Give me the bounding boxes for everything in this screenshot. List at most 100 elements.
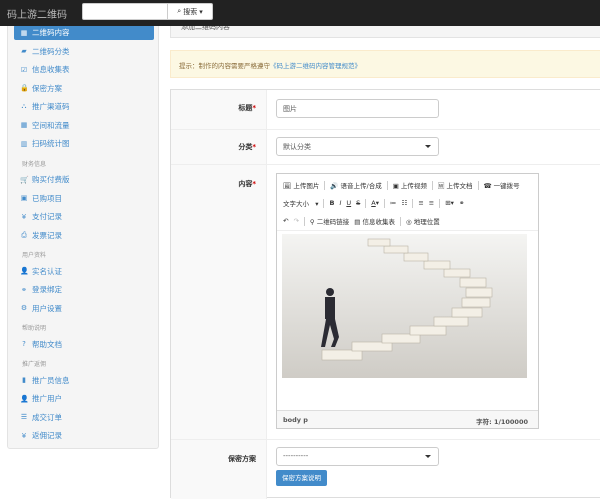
upload-doc-button[interactable]: 🅆 上传文档 <box>438 180 473 190</box>
list-icon: ☰ <box>20 413 28 421</box>
content-form: 标题* 图片 分类* 默认分类 内容* 🖼 上传图片 🔊 语音上传/合成 ▣ 上… <box>170 89 600 499</box>
location-button[interactable]: ◎ 地理位置 <box>406 216 440 226</box>
rich-text-editor[interactable]: 🖼 上传图片 🔊 语音上传/合成 ▣ 上传视频 🅆 上传文档 ☎ 一键拨号 文字… <box>276 173 539 429</box>
question-circle-icon: ? <box>22 340 26 348</box>
undo-icon[interactable]: ↶ <box>283 217 288 225</box>
strike-button[interactable]: S <box>356 199 360 207</box>
char-count: 字符: 1/100000 <box>476 418 528 426</box>
sidebar-item-label: 二维码分类 <box>32 46 70 56</box>
sidebar-item-label: 购买付费版 <box>32 175 70 184</box>
sidebar-item[interactable]: ☑ 信息收集表 <box>14 62 154 77</box>
upload-video-button[interactable]: ▣ 上传视频 <box>393 180 427 190</box>
sidebar-item[interactable]: ⚙ 用户设置 <box>14 301 154 316</box>
font-size-select[interactable]: 文字大小 ▾ <box>283 198 318 208</box>
title-label: 标题* <box>171 90 267 129</box>
editor-toolbar: 🖼 上传图片 🔊 语音上传/合成 ▣ 上传视频 🅆 上传文档 ☎ 一键拨号 文字… <box>277 174 538 231</box>
sidebar-item[interactable]: ▦ 二维码内容 <box>14 25 154 40</box>
content-label: 内容* <box>171 165 267 439</box>
sidebar-item[interactable]: ⛬ 推广渠道码 <box>14 99 154 114</box>
user-icon: 👤 <box>20 394 29 403</box>
secret-help-button[interactable]: 保密方案说明 <box>276 470 327 486</box>
calendar-check-icon: ▣ <box>20 194 28 202</box>
user-icon: 👤 <box>20 267 29 275</box>
upload-image-button[interactable]: 🖼 上传图片 <box>283 180 319 190</box>
element-path: body p <box>283 416 308 424</box>
ordered-list-icon[interactable]: ≔ <box>390 199 397 207</box>
sidebar-item-label: 成交订单 <box>32 412 62 422</box>
qrcode-link-button[interactable]: ⚲ 二维码链接 <box>310 216 349 226</box>
notice-alert: 提示：制作的内容需要严格遵守《码上游二维码内容管理规范》 <box>170 50 600 78</box>
bar-chart-icon: ▥ <box>20 139 28 148</box>
link-icon: ⚭ <box>21 285 27 294</box>
folder-open-icon: ▰ <box>21 47 27 55</box>
font-color-button[interactable]: A▾ <box>371 199 379 207</box>
gear-icon: ⚙ <box>20 304 28 312</box>
sidebar-item-label: 推广员信息 <box>32 375 70 385</box>
sidebar-item[interactable]: 👤 推广用户 <box>14 391 154 406</box>
redo-icon[interactable]: ↷ <box>293 217 298 225</box>
staircase-image[interactable] <box>282 234 527 378</box>
sidebar-item-label: 登录绑定 <box>32 285 62 294</box>
file-icon: ▮ <box>22 376 26 384</box>
underline-button[interactable]: U <box>346 199 351 207</box>
category-select[interactable]: 默认分类 <box>276 137 439 156</box>
secret-select[interactable]: ---------- <box>276 447 439 466</box>
sidebar-item-label: 推广用户 <box>32 394 62 403</box>
check-square-icon: ☑ <box>20 65 28 74</box>
yen-icon: ¥ <box>21 431 27 440</box>
sidebar-item[interactable]: 👤 实名认证 <box>14 264 154 279</box>
sidebar-item[interactable]: ☰ 成交订单 <box>14 410 154 425</box>
info-form-button[interactable]: ▤ 信息收集表 <box>354 216 395 226</box>
align-left-icon[interactable]: ≡ <box>418 199 423 207</box>
brand-logo[interactable]: 码上游二维码 <box>7 6 67 21</box>
sidebar-item-label: 帮助文档 <box>32 339 62 349</box>
title-input[interactable]: 图片 <box>276 99 439 118</box>
sidebar-item-label: 发票记录 <box>32 230 62 240</box>
th-large-icon: ▦ <box>20 121 28 129</box>
search-input[interactable] <box>82 3 168 20</box>
sidebar-item[interactable]: ▦ 空间和流量 <box>14 118 154 133</box>
sidebar-item-label: 支付记录 <box>32 212 62 221</box>
link-icon[interactable]: ⚭ <box>459 199 464 207</box>
unordered-list-icon[interactable]: ☷ <box>401 199 407 207</box>
table-icon[interactable]: ⊞▾ <box>445 199 454 207</box>
cart-icon: 🛒 <box>20 175 29 184</box>
upload-audio-button[interactable]: 🔊 语音上传/合成 <box>330 180 381 190</box>
sidebar-section-title: 财务信息 <box>22 160 47 168</box>
sidebar-section-title: 帮助说明 <box>22 325 47 332</box>
sidebar-item[interactable]: ▮ 推广员信息 <box>14 373 154 388</box>
qrcode-icon: ▦ <box>20 28 28 37</box>
sidebar-item-label: 扫码统计图 <box>32 139 70 148</box>
sidebar-item[interactable]: 🛒 购买付费版 <box>14 172 154 187</box>
top-navbar: 码上游二维码 ⌕ 搜索 ▾ <box>0 0 600 26</box>
sidebar-item[interactable]: ▥ 扫码统计图 <box>14 136 154 151</box>
sidebar-item-label: 保密方案 <box>32 83 62 93</box>
sidebar-item-label: 实名认证 <box>32 266 62 276</box>
sidebar-item-label: 用户设置 <box>32 303 62 313</box>
align-center-icon[interactable]: ≡ <box>429 199 434 207</box>
bold-button[interactable]: B <box>329 199 334 207</box>
sidebar-item-label: 返佣记录 <box>32 431 62 440</box>
sidebar-item[interactable]: ¥ 返佣记录 <box>14 428 154 443</box>
caret-down-icon: ▾ <box>199 7 203 16</box>
sidebar-item[interactable]: ⎙ 发票记录 <box>14 228 154 243</box>
search-button[interactable]: ⌕ 搜索 ▾ <box>167 3 213 20</box>
sidebar-item[interactable]: ▰ 二维码分类 <box>14 44 154 59</box>
sidebar-item-label: 二维码内容 <box>32 28 70 37</box>
yen-icon: ¥ <box>21 212 27 221</box>
italic-button[interactable]: I <box>339 199 341 207</box>
sidebar-item[interactable]: ¥ 支付记录 <box>14 209 154 224</box>
sidebar-item[interactable]: 🔒 保密方案 <box>14 81 154 96</box>
sidebar-item-label: 信息收集表 <box>32 65 70 74</box>
one-click-dial-button[interactable]: ☎ 一键拨号 <box>484 180 520 190</box>
sidebar-item[interactable]: ▣ 已购项目 <box>14 191 154 206</box>
sidebar-item[interactable]: ? 帮助文档 <box>14 337 154 352</box>
sidebar-item-label: 已购项目 <box>32 193 62 203</box>
caret-down-icon <box>425 455 431 458</box>
sidebar-section-title: 推广返佣 <box>22 361 47 368</box>
sitemap-icon: ⛬ <box>21 102 27 110</box>
content-rules-link[interactable]: 《码上游二维码内容管理规范》 <box>270 62 361 70</box>
sidebar-item-label: 空间和流量 <box>32 120 70 130</box>
sidebar-item-label: 推广渠道码 <box>32 102 70 111</box>
sidebar-item[interactable]: ⚭ 登录绑定 <box>14 282 154 297</box>
